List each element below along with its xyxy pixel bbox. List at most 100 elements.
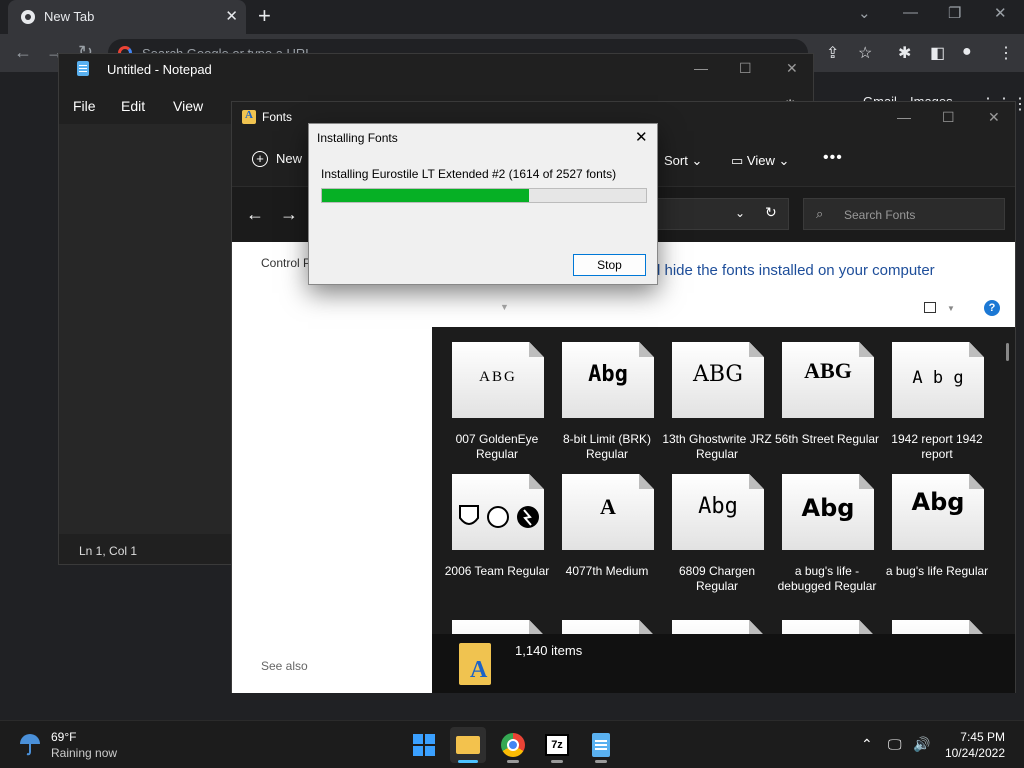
dialog-close-icon[interactable]: ✕ <box>635 128 648 146</box>
font-preview: ABG <box>804 358 852 383</box>
notepad-minimize-icon[interactable]: — <box>694 60 708 76</box>
organize-dropdown-icon[interactable]: ▼ <box>500 302 509 312</box>
tab-close-icon[interactable]: ✕ <box>225 7 238 25</box>
fonts-title: Fonts <box>262 110 293 124</box>
notepad-maximize-icon[interactable]: ☐ <box>739 60 752 77</box>
font-name: 56th Street Regular <box>774 432 880 446</box>
active-indicator <box>458 760 478 763</box>
fonts-folder-icon <box>242 109 256 124</box>
volume-icon[interactable]: 🔊 <box>913 736 930 753</box>
tab-new-tab[interactable]: New Tab ✕ <box>8 0 246 34</box>
font-name: a bug's life - debugged Regular <box>777 564 877 593</box>
font-file-icon <box>672 620 764 634</box>
new-tab-button[interactable]: + <box>258 4 271 28</box>
weather-temperature[interactable]: 69°F <box>51 730 76 744</box>
font-name: 4077th Medium <box>565 564 649 578</box>
fonts-close-icon[interactable]: ✕ <box>988 109 1000 126</box>
font-name: 1942 report 1942 report <box>891 432 983 461</box>
clock-date[interactable]: 10/24/2022 <box>935 746 1005 760</box>
start-button[interactable] <box>406 727 442 763</box>
network-icon[interactable]: 🖵 <box>888 736 902 753</box>
dialog-title: Installing Fonts <box>317 131 398 145</box>
bookmark-star-icon[interactable]: ☆ <box>858 43 872 63</box>
taskbar: 69°F Raining now 7z ⌃ 🖵 🔊 7:45 PM 10/24/… <box>0 720 1024 768</box>
taskbar-notepad[interactable] <box>583 727 619 763</box>
install-progress-bar <box>321 188 647 203</box>
font-file-icon <box>782 620 874 634</box>
show-hidden-icons-chevron-icon[interactable]: ⌃ <box>861 736 873 753</box>
notepad-title: Untitled - Notepad <box>107 62 212 77</box>
font-preview: A b g <box>912 368 964 388</box>
fonts-forward-icon[interactable]: → <box>280 204 298 225</box>
notepad-titlebar[interactable]: Untitled - Notepad — ☐ ✕ <box>59 54 813 84</box>
fonts-search-input[interactable]: ⌕ Search Fonts <box>803 198 1005 230</box>
view-monitor-icon: ▭ <box>731 153 744 168</box>
menu-edit[interactable]: Edit <box>121 98 145 114</box>
font-preview: Abg <box>698 494 738 519</box>
fonts-back-icon[interactable]: ← <box>246 204 264 225</box>
font-file-icon <box>562 620 654 634</box>
fonts-search-placeholder: Search Fonts <box>844 208 916 222</box>
weather-description[interactable]: Raining now <box>51 746 117 760</box>
view-button[interactable]: ▭ View ⌄ <box>731 153 789 169</box>
running-indicator <box>507 760 519 763</box>
more-options-icon[interactable]: ••• <box>823 149 843 167</box>
fonts-details-pane: 1,140 items <box>432 634 1015 693</box>
extensions-icon[interactable]: ✱ <box>898 43 911 63</box>
share-icon[interactable]: ⇪ <box>826 43 839 63</box>
running-indicator <box>551 760 563 763</box>
file-explorer-icon <box>456 736 480 754</box>
sort-button[interactable]: Sort ⌄ <box>664 153 702 169</box>
font-grid: ABG 007 GoldenEye Regular Abg 8-bit Limi… <box>432 327 1015 634</box>
control-panel-sidebar: Control P See also <box>232 242 432 693</box>
fonts-minimize-icon[interactable]: — <box>897 109 911 125</box>
stop-button[interactable]: Stop <box>573 254 646 276</box>
fonts-headline: d hide the fonts installed on your compu… <box>652 262 935 279</box>
minimize-icon[interactable]: — <box>903 4 918 21</box>
notepad-close-icon[interactable]: ✕ <box>786 60 798 77</box>
plus-icon: + <box>252 151 268 167</box>
install-progress-fill <box>322 189 529 202</box>
menu-file[interactable]: File <box>73 98 96 114</box>
chrome-tab-strip: New Tab ✕ + ⌄ — ❐ ✕ <box>0 0 1024 34</box>
new-button[interactable]: + New <box>252 151 302 167</box>
font-preview: Abg <box>588 362 628 387</box>
font-file-icon <box>892 620 984 634</box>
control-panel-link[interactable]: Control P <box>261 256 311 270</box>
view-options-dropdown-icon[interactable]: ▼ <box>947 304 955 313</box>
help-icon[interactable]: ? <box>984 300 1000 316</box>
fonts-folder-large-icon <box>459 643 491 685</box>
address-dropdown-icon[interactable]: ⌄ <box>735 206 745 220</box>
font-name: a bug's life Regular <box>885 564 989 578</box>
refresh-icon[interactable]: ↻ <box>765 204 777 221</box>
back-icon[interactable]: ← <box>14 42 32 63</box>
font-file-icon <box>452 620 544 634</box>
team-logos-preview <box>452 502 544 535</box>
scrollbar-thumb[interactable] <box>1006 343 1009 361</box>
7zip-icon: 7z <box>545 734 569 756</box>
side-panel-icon[interactable]: ◧ <box>930 43 945 63</box>
address-bar[interactable]: ⌄ ↻ <box>639 198 789 230</box>
profile-icon[interactable]: ● <box>962 43 972 61</box>
rain-umbrella-icon[interactable] <box>18 732 42 756</box>
change-view-icon[interactable] <box>924 302 936 313</box>
font-name: 8-bit Limit (BRK) Regular <box>562 432 651 461</box>
notepad-icon <box>77 61 89 76</box>
menu-view[interactable]: View <box>173 98 203 114</box>
taskbar-file-explorer[interactable] <box>450 727 486 763</box>
chrome-menu-icon[interactable]: ⋮ <box>998 43 1014 63</box>
items-count: 1,140 items <box>515 643 583 658</box>
close-icon[interactable]: ✕ <box>994 4 1007 22</box>
fonts-maximize-icon[interactable]: ☐ <box>942 109 955 126</box>
tab-search-icon[interactable]: ⌄ <box>858 4 871 22</box>
chrome-favicon-icon <box>21 10 35 24</box>
taskbar-chrome[interactable] <box>495 727 531 763</box>
new-button-label: New <box>276 151 303 166</box>
font-name: 2006 Team Regular <box>444 564 550 578</box>
taskbar-7zip[interactable]: 7z <box>539 727 575 763</box>
font-preview: A <box>600 494 616 519</box>
view-label: View <box>746 153 775 168</box>
clock-time[interactable]: 7:45 PM <box>955 730 1005 744</box>
running-indicator <box>595 760 607 763</box>
restore-icon[interactable]: ❐ <box>948 4 961 22</box>
